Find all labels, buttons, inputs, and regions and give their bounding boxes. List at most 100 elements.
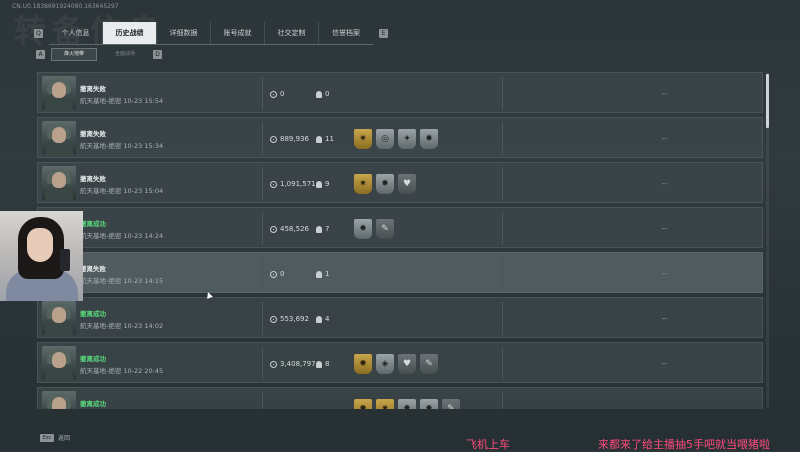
coin-icon: [270, 135, 277, 143]
column-divider: [262, 392, 263, 409]
avatar-body: [45, 323, 73, 335]
filter-next-key[interactable]: D: [153, 49, 162, 59]
tab-social-custom[interactable]: 社交定制: [265, 21, 319, 44]
webcam-face: [27, 228, 53, 262]
medal-icon[interactable]: ✸: [398, 399, 416, 409]
coin-icon: [270, 225, 277, 233]
extraction-status: 撤离成功: [80, 310, 106, 318]
esc-key[interactable]: Esc: [40, 433, 54, 442]
medal-icon[interactable]: ✦: [398, 129, 416, 149]
match-row[interactable]: 撤离成功 ✹ ✷ ✸ ✸ ✎: [37, 387, 763, 409]
money-stat: 0: [270, 270, 284, 278]
skull-icon: [316, 90, 322, 98]
medal-icon[interactable]: ◎: [376, 129, 394, 149]
badge-group: ✷ ✸ ♥: [354, 174, 416, 194]
skull-icon: [316, 225, 322, 233]
extraction-status: 撤离成功: [80, 355, 106, 363]
kills-stat: 9: [316, 180, 329, 188]
medal-icon[interactable]: ✸: [420, 399, 438, 409]
extra-info: --: [662, 90, 668, 98]
medal-icon[interactable]: ✎: [442, 399, 460, 409]
match-row[interactable]: 撤离失败航天基地-绝密 10-23 15:04 1,091,571 9 ✷ ✸ ♥ --: [37, 162, 763, 203]
column-divider: [262, 302, 263, 335]
scrollbar[interactable]: [766, 72, 769, 408]
medal-icon[interactable]: ✎: [420, 354, 438, 374]
medal-icon[interactable]: ✷: [354, 174, 372, 194]
medal-icon[interactable]: ✷: [376, 399, 394, 409]
map-and-time: 航天基地-绝密 10-22 20:45: [80, 367, 164, 375]
medal-icon[interactable]: ✹: [354, 399, 372, 409]
back-label[interactable]: 返回: [58, 433, 70, 442]
avatar-head: [52, 172, 66, 188]
operator-avatar: [42, 121, 76, 155]
avatar-body: [45, 188, 73, 200]
operator-avatar: [42, 166, 76, 200]
money-value: 0: [280, 270, 285, 278]
map-and-time: 航天基地-绝密 10-23 15:04: [80, 187, 164, 195]
tab-bar: Q 个人信息 历史战绩 详细数据 账号成就 社交定制 信誉档案 E: [34, 21, 396, 45]
medal-icon[interactable]: ♥: [398, 174, 416, 194]
medal-icon[interactable]: ✷: [354, 129, 372, 149]
extra-info: --: [662, 360, 668, 368]
map-and-time: 航天基地-绝密 10-23 15:34: [80, 142, 164, 150]
map-and-time: 航天基地-绝密 10-23 14:02: [80, 322, 164, 330]
match-row[interactable]: 撤离成功 航天基地-绝密 10-23 14:24 458,526 7 ✸ ✎ --: [37, 207, 763, 248]
match-row[interactable]: 撤离失败 航天基地-绝密 10-23 15:34 889,936 11 ✷ ◎ ✦ ✸ --: [37, 117, 763, 158]
medal-icon[interactable]: ✹: [354, 354, 372, 374]
filter-hazard-zone[interactable]: 烽火地带: [51, 47, 97, 61]
map-and-time: 航天基地-绝密 10-23 15:54: [80, 97, 164, 105]
column-divider: [262, 257, 263, 290]
extraction-status: 撤离失败: [80, 175, 106, 183]
tab-personal-info[interactable]: 个人信息: [49, 21, 103, 44]
tab-achievements[interactable]: 账号成就: [211, 21, 265, 44]
medal-icon[interactable]: ✸: [420, 129, 438, 149]
match-row[interactable]: 撤离成功 航天基地-绝密 10-22 20:45 3,408,797 8 ✹ ◈ ♥ ✎ --: [37, 342, 763, 383]
webcam-phone: [60, 249, 70, 271]
money-value: 458,526: [280, 225, 309, 233]
extra-info: --: [662, 225, 668, 233]
operator-avatar: [42, 346, 76, 380]
badge-group: ✹ ✷ ✸ ✸ ✎: [354, 399, 460, 409]
scrollbar-thumb[interactable]: [766, 74, 769, 128]
tab-reputation[interactable]: 信誉档案: [319, 22, 373, 44]
column-divider: [502, 167, 503, 200]
map-and-time: 航天基地-绝密 10-23 14:15: [80, 277, 164, 285]
money-value: 0: [280, 90, 285, 98]
filter-prev-key[interactable]: A: [36, 49, 45, 59]
extra-info: --: [662, 180, 668, 188]
kills-stat: 1: [316, 270, 329, 278]
badge-group: ✷ ◎ ✦ ✸: [354, 129, 438, 149]
filter-warfare[interactable]: 全面战场: [103, 49, 147, 60]
medal-icon[interactable]: ♥: [398, 354, 416, 374]
avatar-body: [45, 368, 73, 380]
money-stat: 1,091,571: [270, 180, 316, 188]
tab-next-key[interactable]: E: [379, 28, 388, 38]
column-divider: [502, 302, 503, 335]
column-divider: [502, 77, 503, 110]
column-divider: [262, 122, 263, 155]
medal-icon[interactable]: ✸: [376, 174, 394, 194]
match-row[interactable]: 撤离失败 航天基地-绝密 10-23 14:15 0 1 --: [37, 252, 763, 293]
column-divider: [502, 257, 503, 290]
kills-stat: 8: [316, 360, 329, 368]
operator-avatar: [42, 76, 76, 110]
avatar-head: [52, 307, 66, 323]
column-divider: [502, 347, 503, 380]
avatar-body: [45, 143, 73, 155]
coin-icon: [270, 90, 277, 98]
tab-prev-key[interactable]: Q: [34, 28, 43, 38]
medal-icon[interactable]: ◈: [376, 354, 394, 374]
tab-detailed-data[interactable]: 详细数据: [157, 21, 211, 44]
extra-info: --: [662, 270, 668, 278]
medal-icon[interactable]: ✎: [376, 219, 394, 239]
footer-bar: Esc 返回: [40, 433, 70, 442]
extraction-status: 撤离失败: [80, 85, 106, 93]
match-row[interactable]: 撤离成功 航天基地-绝密 10-23 14:02 553,692 4 --: [37, 297, 763, 338]
kills-value: 11: [325, 135, 334, 143]
medal-icon[interactable]: ✸: [354, 219, 372, 239]
mode-filter-bar: A 烽火地带 全面战场 D: [36, 47, 162, 61]
skull-icon: [316, 180, 322, 188]
tab-history[interactable]: 历史战绩: [103, 21, 157, 44]
match-row[interactable]: 撤离失败 航天基地-绝密 10-23 15:54 0 0 --: [37, 72, 763, 113]
avatar-head: [52, 397, 66, 409]
